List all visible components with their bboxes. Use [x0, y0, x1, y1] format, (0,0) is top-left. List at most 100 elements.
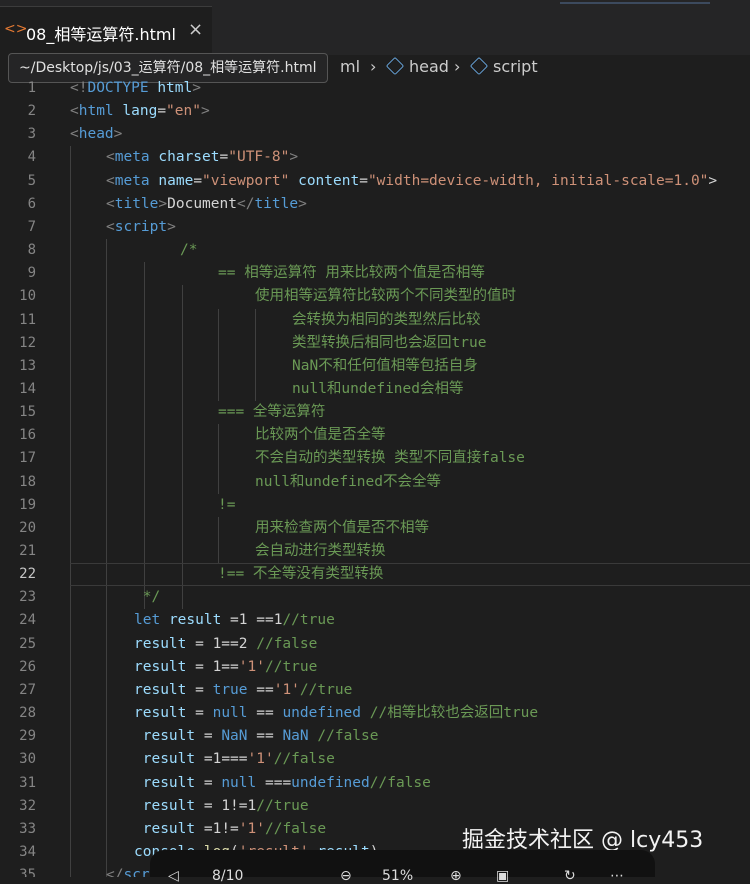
code-token: <	[106, 195, 115, 212]
breadcrumb-item-script[interactable]: script	[469, 56, 538, 76]
code-token: //false	[264, 820, 327, 837]
code-token: =	[219, 149, 229, 166]
code-token: lang	[122, 103, 158, 120]
code-text: 会自动进行类型转换	[255, 540, 386, 563]
code-token: result	[134, 658, 187, 675]
tab-title: 08_相等运算符.html	[26, 25, 176, 44]
code-line[interactable]: 6 <title>Document</title>	[0, 193, 750, 216]
more-icon[interactable]: ⋯	[610, 868, 624, 884]
line-number: 32	[19, 797, 36, 814]
breadcrumb-label-head: head	[409, 57, 449, 76]
line-number: 24	[19, 612, 36, 629]
code-token: </	[236, 195, 255, 212]
symbol-element-icon	[385, 56, 405, 76]
code-line[interactable]: 5 <meta name="viewport" content="width=de…	[0, 170, 750, 193]
code-line[interactable]: 10 使用相等运算符比较两个不同类型的值时	[0, 285, 750, 308]
line-number: 12	[19, 334, 36, 351]
code-token: <	[106, 149, 115, 166]
line-number: 28	[19, 705, 36, 722]
line-number: 27	[19, 681, 36, 698]
code-line[interactable]: 13 NaN不和任何值相等包括自身	[0, 355, 750, 378]
code-text: result = true =='1'//true	[134, 679, 352, 702]
code-line[interactable]: 11 会转换为相同的类型然后比较	[0, 309, 750, 332]
code-line[interactable]: 24 let result =1 ==1//true	[0, 609, 750, 632]
code-line[interactable]: 26 result = 1=='1'//true	[0, 656, 750, 679]
code-token: null和undefined不会全等	[255, 473, 441, 490]
close-icon[interactable]: ×	[188, 19, 203, 40]
code-line[interactable]: 19 !=	[0, 494, 750, 517]
code-token: result	[142, 728, 196, 745]
code-text: result =1==='1'//false	[134, 748, 335, 771]
zoom-out-icon[interactable]: ⊖	[340, 868, 352, 884]
code-token: result	[142, 774, 196, 791]
code-line[interactable]: 31 result = null ===undefined//false	[0, 772, 750, 795]
code-line[interactable]: 9 == 相等运算符 用来比较两个值是否相等	[0, 262, 750, 285]
rotate-icon[interactable]: ↻	[564, 868, 576, 884]
code-line[interactable]: 17 不会自动的类型转换 类型不同直接false	[0, 447, 750, 470]
code-line[interactable]: 4 <meta charset="UTF-8">	[0, 146, 750, 169]
line-number: 9	[27, 265, 36, 282]
code-editor[interactable]: 1 <!DOCTYPE html> 2 <html lang="en"> 3 <head>…	[0, 79, 750, 877]
code-line[interactable]: 3 <head>	[0, 123, 750, 146]
code-line[interactable]: 22 !== 不全等没有类型转换	[0, 563, 750, 587]
line-number: 34	[19, 843, 36, 860]
code-text: == 相等运算符 用来比较两个值是否相等	[218, 262, 485, 285]
code-text: */	[134, 586, 160, 609]
current-line-highlight	[70, 563, 750, 587]
code-line[interactable]: 20 用来检查两个值是否不相等	[0, 517, 750, 540]
code-token: '1'	[238, 820, 265, 837]
code-line[interactable]: 2 <html lang="en">	[0, 100, 750, 123]
code-line[interactable]: 14 null和undefined会相等	[0, 378, 750, 401]
code-token: result	[134, 635, 187, 652]
code-text: === 全等运算符	[218, 401, 325, 424]
breadcrumb-item-html[interactable]: ml	[340, 57, 360, 76]
code-token: html	[78, 103, 114, 120]
code-token: =	[157, 103, 167, 120]
code-token: title	[114, 195, 159, 212]
code-token: ===	[256, 774, 292, 791]
code-token: 类型转换后相同也会返回true	[292, 334, 487, 351]
code-line[interactable]: 25 result = 1==2 //false	[0, 633, 750, 656]
line-number: 29	[19, 728, 36, 745]
code-token: content	[298, 172, 360, 189]
line-number: 11	[19, 311, 36, 328]
code-text: <script>	[106, 216, 176, 239]
code-text: result = null == undefined //相等比较也会返回tru…	[134, 702, 538, 725]
line-number: 10	[19, 288, 36, 305]
tab-active-file[interactable]: <> 08_相等运算符.html ×	[0, 6, 212, 56]
code-line[interactable]: 18 null和undefined不会全等	[0, 471, 750, 494]
chevron-right-icon: ›	[370, 57, 377, 76]
fit-screen-icon[interactable]: ▣	[496, 868, 509, 884]
code-line[interactable]: 30 result =1==='1'//false	[0, 748, 750, 771]
code-token: //相等比较也会返回true	[369, 705, 539, 722]
breadcrumb-item-head[interactable]: head	[385, 56, 449, 76]
zoom-in-icon[interactable]: ⊕	[450, 868, 462, 884]
code-token: "viewport"	[202, 172, 290, 189]
code-line[interactable]: 27 result = true =='1'//true	[0, 679, 750, 702]
line-number: 19	[19, 496, 36, 513]
code-line[interactable]: 8 /*	[0, 239, 750, 262]
code-token: result	[142, 751, 196, 768]
code-line[interactable]: 29 result = NaN == NaN //false	[0, 725, 750, 748]
code-token: 会自动进行类型转换	[255, 543, 386, 559]
code-token: '1'	[273, 681, 300, 698]
code-line[interactable]: 1 <!DOCTYPE html>	[0, 79, 750, 100]
code-token: NaN	[221, 728, 248, 745]
code-line[interactable]: 12 类型转换后相同也会返回true	[0, 332, 750, 355]
line-number: 22	[19, 566, 36, 583]
code-token: result	[168, 612, 222, 629]
code-line[interactable]: 16 比较两个值是否全等	[0, 424, 750, 447]
code-line[interactable]: 15 === 全等运算符	[0, 401, 750, 424]
code-text: <head>	[70, 123, 122, 146]
code-line[interactable]: 21 会自动进行类型转换	[0, 540, 750, 563]
previous-icon[interactable]: ◁	[168, 868, 179, 884]
code-line[interactable]: 28 result = null == undefined //相等比较也会返回t…	[0, 702, 750, 725]
code-token: /*	[180, 242, 198, 259]
code-line[interactable]: 32 result = 1!=1//true	[0, 795, 750, 818]
code-line[interactable]: 23 */	[0, 586, 750, 609]
line-number: 35	[19, 867, 36, 877]
code-line[interactable]: 7 <script>	[0, 216, 750, 239]
code-text: 比较两个值是否全等	[255, 424, 386, 447]
